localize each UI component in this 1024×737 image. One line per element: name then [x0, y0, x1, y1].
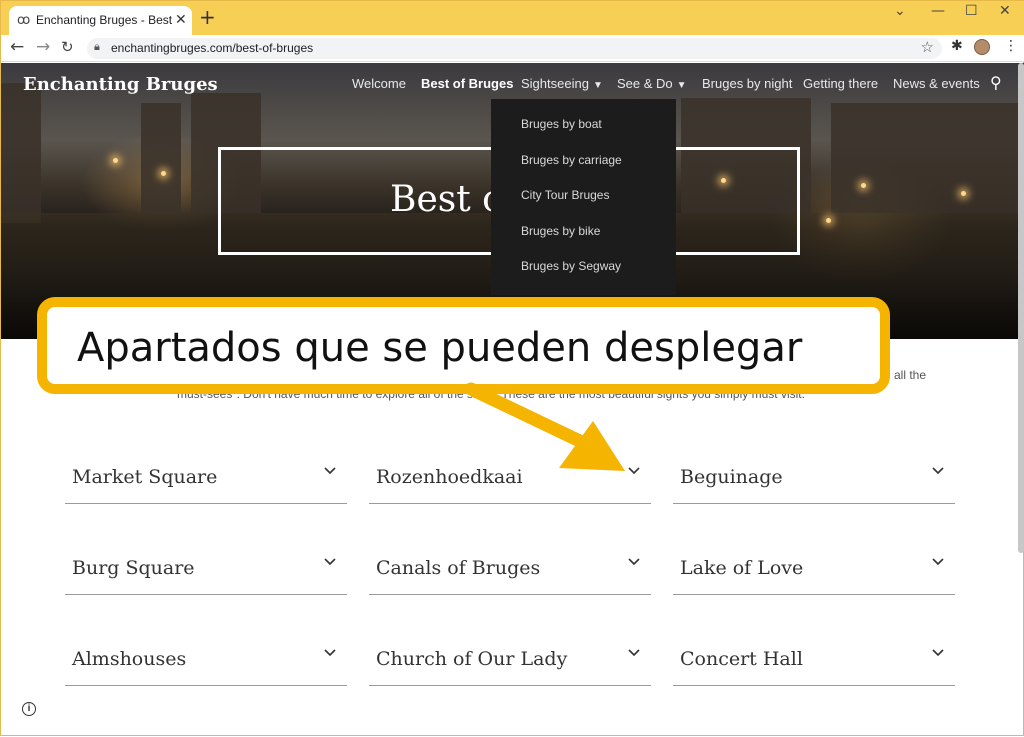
accordion-item[interactable]: Rozenhoedkaai [369, 454, 651, 504]
reload-button[interactable]: ↻ [61, 37, 74, 57]
annotation-text: Apartados que se pueden desplegar [77, 325, 803, 371]
chevron-down-icon [932, 467, 944, 475]
maximize-button[interactable]: ☐ [965, 3, 978, 19]
nav-news-events[interactable]: News & events [893, 76, 980, 91]
dropdown-item-city-tour[interactable]: City Tour Bruges [521, 188, 609, 202]
accordion-item[interactable]: Market Square [65, 454, 347, 504]
nav-best-of-bruges[interactable]: Best of Bruges [421, 76, 513, 91]
hero-lamp [113, 158, 118, 163]
dropdown-item-carriage[interactable]: Bruges by carriage [521, 153, 622, 167]
chevron-down-icon [324, 649, 336, 657]
chevron-down-icon[interactable]: ⌄ [894, 3, 906, 19]
chevron-down-icon [932, 649, 944, 657]
hero-title: Best o [390, 179, 504, 220]
accordion-item[interactable]: Canals of Bruges [369, 545, 651, 595]
nav-bruges-by-night[interactable]: Bruges by night [702, 76, 792, 91]
accordion-label: Canals of Bruges [376, 557, 541, 579]
nav-sightseeing[interactable]: Sightseeing ▼ [521, 76, 603, 91]
hero-lamp [161, 171, 166, 176]
nav-sightseeing-label: Sightseeing [521, 76, 589, 91]
address-bar[interactable]: 🔒︎ enchantingbruges.com/best-of-bruges ☆ [87, 38, 942, 59]
hero-lamp [961, 191, 966, 196]
intro-text-end: all the [894, 368, 927, 382]
hero-lamp [861, 183, 866, 188]
accordion-item[interactable]: Burg Square [65, 545, 347, 595]
lock-icon: 🔒︎ [94, 40, 100, 53]
page-scrollbar[interactable] [1018, 63, 1024, 553]
chevron-down-icon [628, 649, 640, 657]
chevron-down-icon [628, 558, 640, 566]
profile-avatar[interactable] [974, 39, 990, 55]
hero-building [1, 83, 41, 223]
accordion-label: Lake of Love [680, 557, 804, 579]
menu-kebab-icon[interactable]: ⋮ [1004, 38, 1018, 54]
chevron-down-icon [628, 467, 640, 475]
close-tab-icon[interactable]: ✕ [175, 12, 187, 28]
browser-window: ꝏ Enchanting Bruges - Best of Bruges ✕ +… [0, 0, 1024, 736]
accordion-item[interactable]: Lake of Love [673, 545, 955, 595]
accordion-item[interactable]: Concert Hall [673, 636, 955, 686]
accordion-label: Beguinage [680, 466, 783, 488]
minimize-button[interactable]: — [931, 3, 945, 19]
dropdown-item-segway[interactable]: Bruges by Segway [521, 259, 621, 273]
chevron-down-icon [324, 467, 336, 475]
hero-lamp [826, 218, 831, 223]
hero-building [831, 103, 1021, 213]
dropdown-item-boat[interactable]: Bruges by boat [521, 117, 602, 131]
hero-building [141, 103, 181, 213]
nav-getting-there[interactable]: Getting there [803, 76, 878, 91]
url-text: enchantingbruges.com/best-of-bruges [111, 41, 314, 55]
annotation-callout: Apartados que se pueden desplegar [37, 297, 890, 394]
sightseeing-dropdown: Bruges by boat Bruges by carriage City T… [491, 99, 676, 295]
accordion-label: Church of Our Lady [376, 648, 568, 670]
browser-toolbar: ← → ↻ 🔒︎ enchantingbruges.com/best-of-br… [1, 35, 1024, 62]
forward-button[interactable]: → [36, 37, 50, 57]
accordion-label: Burg Square [72, 557, 195, 579]
extensions-icon[interactable]: ✱ [951, 38, 963, 54]
chevron-down-icon [324, 558, 336, 566]
accordion-label: Market Square [72, 466, 218, 488]
site-favicon-icon: ꝏ [17, 13, 31, 28]
chevron-down-icon: ▼ [676, 80, 687, 91]
nav-see-and-do-label: See & Do [617, 76, 673, 91]
dropdown-item-bike[interactable]: Bruges by bike [521, 224, 600, 238]
chevron-down-icon: ▼ [592, 80, 603, 91]
accordion-item[interactable]: Church of Our Lady [369, 636, 651, 686]
close-window-button[interactable]: ✕ [999, 3, 1011, 19]
back-button[interactable]: ← [10, 37, 24, 57]
new-tab-button[interactable]: + [199, 7, 216, 27]
accordion-label: Almshouses [72, 648, 187, 670]
tab-title: Enchanting Bruges - Best of Bruges [36, 13, 174, 27]
bookmark-star-icon[interactable]: ☆ [921, 38, 934, 56]
accordion-label: Concert Hall [680, 648, 803, 670]
nav-see-and-do[interactable]: See & Do ▼ [617, 76, 687, 91]
chevron-down-icon [932, 558, 944, 566]
site-brand[interactable]: Enchanting Bruges [23, 74, 218, 95]
nav-welcome[interactable]: Welcome [352, 76, 406, 91]
info-icon[interactable]: i [22, 702, 36, 716]
browser-tab[interactable]: ꝏ Enchanting Bruges - Best of Bruges ✕ [9, 6, 192, 35]
accordion-item[interactable]: Almshouses [65, 636, 347, 686]
search-icon[interactable]: ⚲ [990, 73, 1002, 92]
tab-strip: ꝏ Enchanting Bruges - Best of Bruges ✕ +… [1, 1, 1024, 35]
accordion-item[interactable]: Beguinage [673, 454, 955, 504]
accordion-label: Rozenhoedkaai [376, 466, 523, 488]
